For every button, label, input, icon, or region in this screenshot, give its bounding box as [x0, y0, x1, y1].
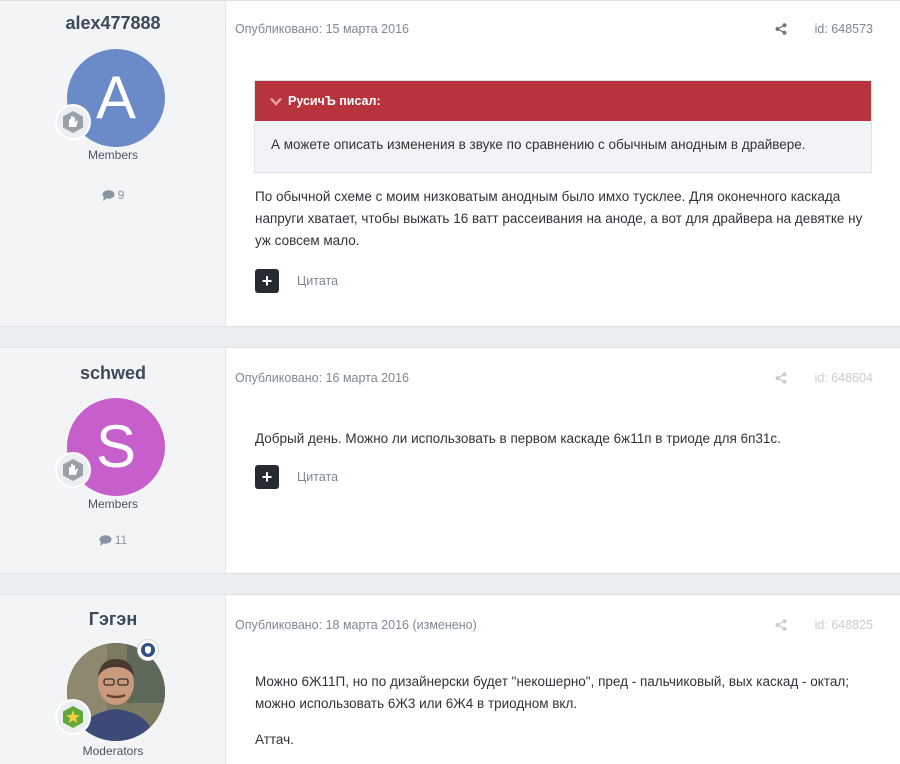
post-content: Опубликовано: 16 марта 2016 id: 648604 Д… — [226, 348, 900, 573]
post: Гэгэн Moderators Опубликовано: 18 марта … — [0, 594, 900, 764]
quote-body: А можете описать изменения в звуке по ср… — [255, 121, 871, 172]
author-panel: alex477888 A Members 9 — [0, 1, 226, 326]
shield-icon — [141, 643, 155, 657]
comment-icon — [99, 535, 112, 546]
blockquote: РусичЪ писал: А можете описать изменения… — [254, 80, 872, 173]
user-group: Members — [87, 497, 138, 511]
post-text: Можно 6Ж11П, но по дизайнерски будет "не… — [255, 674, 850, 711]
share-icon[interactable] — [775, 619, 787, 631]
quote-author: РусичЪ писал: — [288, 94, 381, 108]
multiquote-button[interactable]: + — [255, 269, 279, 293]
post-count: 9 — [0, 188, 226, 202]
post-count: 11 — [0, 533, 226, 547]
chevron-down-icon[interactable] — [270, 97, 282, 106]
share-icon[interactable] — [775, 23, 787, 35]
rank-badge — [55, 452, 91, 488]
quote-button[interactable]: Цитата — [297, 470, 338, 484]
moderator-badge — [137, 639, 159, 661]
post-date[interactable]: Опубликовано: 15 марта 2016 — [235, 22, 409, 36]
author-name[interactable]: alex477888 — [0, 13, 226, 34]
share-icon[interactable] — [775, 372, 787, 384]
star-rank-icon — [63, 706, 83, 728]
post-count-value: 11 — [114, 533, 128, 547]
multiquote-button[interactable]: + — [255, 465, 279, 489]
author-panel: Гэгэн Moderators — [0, 595, 226, 764]
post: schwed S Members 11 Опубликовано: 16 мар… — [0, 347, 900, 574]
post-count-value: 9 — [117, 188, 125, 202]
post-content: Опубликовано: 18 марта 2016 (изменено) i… — [226, 595, 900, 764]
author-panel: schwed S Members 11 — [0, 348, 226, 573]
post-id[interactable]: id: 648573 — [815, 22, 873, 36]
post: alex477888 A Members 9 Опубликовано: 15 … — [0, 0, 900, 327]
comment-icon — [102, 190, 115, 201]
hand-rank-icon — [63, 459, 83, 481]
hand-rank-icon — [63, 111, 83, 133]
post-date[interactable]: Опубликовано: 16 марта 2016 — [235, 371, 409, 385]
quote-button[interactable]: Цитата — [297, 274, 338, 288]
post-id[interactable]: id: 648825 — [815, 618, 873, 632]
post-id[interactable]: id: 648604 — [815, 371, 873, 385]
quote-header[interactable]: РусичЪ писал: — [255, 81, 871, 121]
user-group: Moderators — [82, 744, 144, 758]
post-text-attach: Аттач. — [255, 732, 294, 747]
author-name[interactable]: schwed — [0, 363, 226, 384]
user-group: Members — [87, 148, 138, 162]
author-name[interactable]: Гэгэн — [0, 609, 226, 630]
post-content: Опубликовано: 15 марта 2016 id: 648573 Р… — [226, 1, 900, 326]
rank-badge — [55, 699, 91, 735]
rank-badge — [55, 104, 91, 140]
post-date[interactable]: Опубликовано: 18 марта 2016 (изменено) — [235, 618, 477, 632]
post-text: По обычной схеме с моим низковатым анодн… — [255, 189, 863, 248]
post-text: Добрый день. Можно ли использовать в пер… — [255, 431, 781, 446]
